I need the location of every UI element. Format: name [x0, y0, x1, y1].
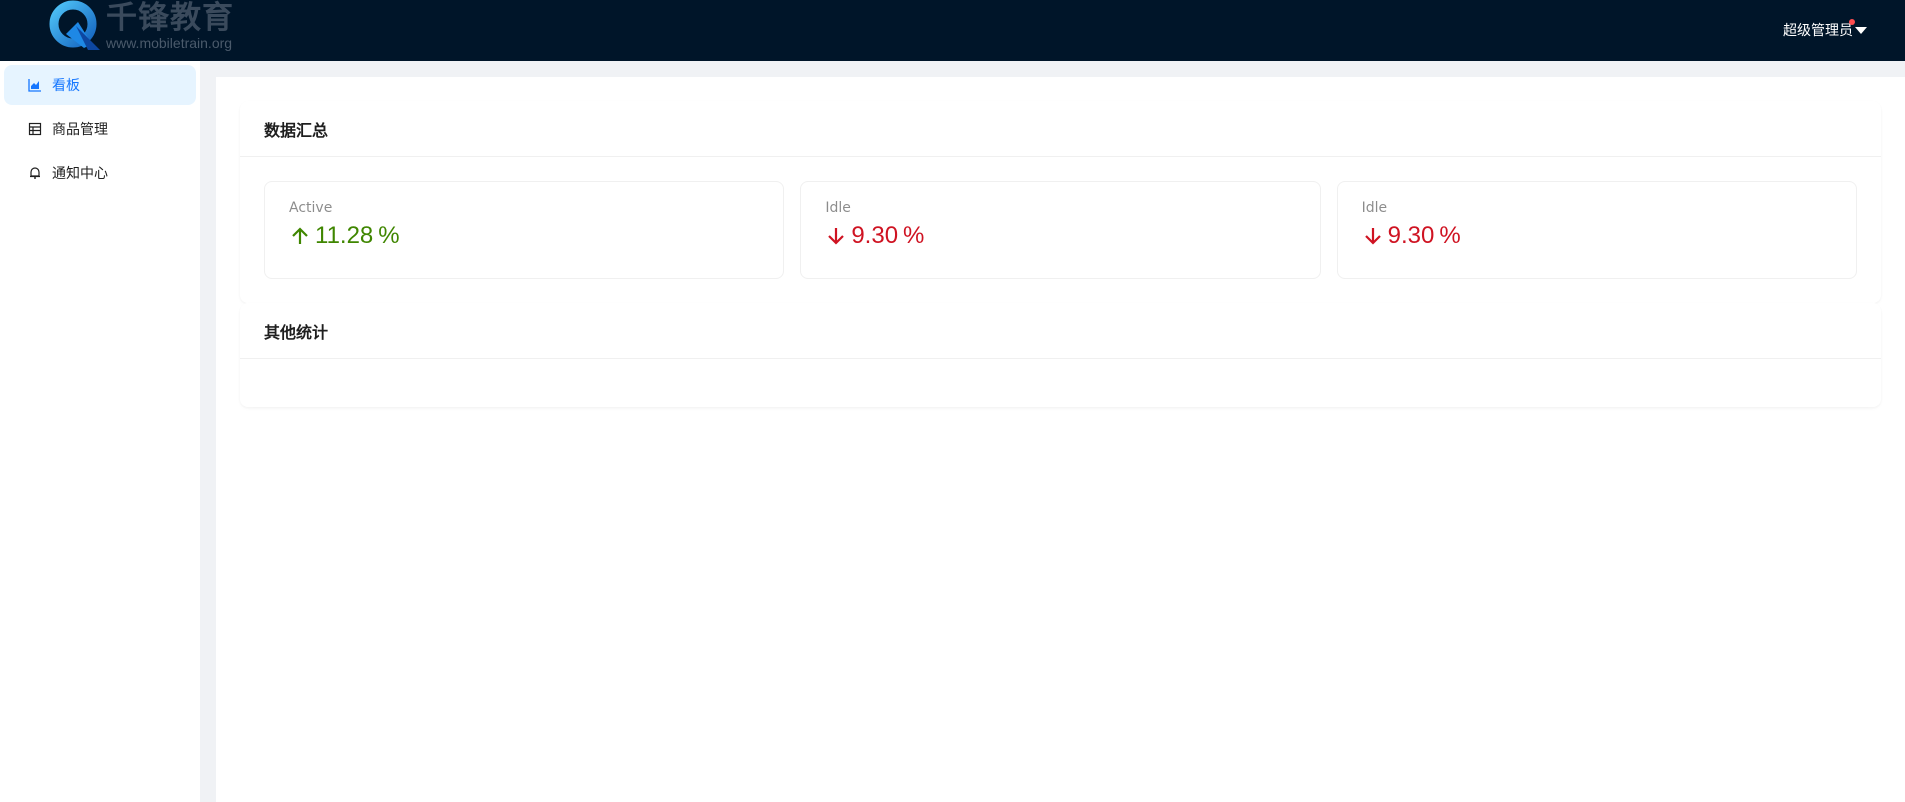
logo-title: 千锋教育: [106, 0, 234, 36]
logo-subtitle: www.mobiletrain.org: [106, 34, 233, 51]
top-header: 千锋教育 www.mobiletrain.org 超级管理员: [0, 0, 1905, 61]
stat-suffix: %: [903, 222, 925, 249]
stat-number: 9.30: [851, 222, 899, 249]
stat-number: 11.28: [315, 222, 374, 249]
other-stats-card-body: [240, 359, 1881, 407]
stat-value: 9.30 %: [825, 222, 1295, 250]
stats-row: Active 11.28 % Idle 9.30 % Idle 9.30 %: [264, 181, 1857, 279]
summary-card: 数据汇总 Active 11.28 % Idle 9.30 % Idle 9.3…: [240, 101, 1881, 303]
caret-down-icon: [1855, 26, 1867, 34]
other-stats-card: 其他统计: [240, 303, 1881, 407]
notification-dot: [1849, 19, 1855, 25]
stat-title: Idle: [825, 200, 851, 216]
sidebar-item-label: 商品管理: [52, 122, 108, 138]
logo-text: 千锋教育 www.mobiletrain.org: [106, 0, 234, 51]
summary-card-body: Active 11.28 % Idle 9.30 % Idle 9.30 %: [240, 157, 1881, 303]
sidebar-item-notifications[interactable]: 通知中心: [4, 153, 196, 193]
stat-card: Idle 9.30 %: [800, 181, 1321, 279]
logo-mark-icon: [49, 0, 100, 50]
other-stats-card-title: 其他统计: [240, 303, 1881, 359]
area-chart-icon: [28, 78, 42, 92]
stat-number: 9.30: [1387, 222, 1435, 249]
sidebar-item-label: 通知中心: [52, 166, 108, 182]
stat-suffix: %: [378, 222, 400, 249]
stat-title: Active: [289, 200, 333, 216]
summary-card-title: 数据汇总: [240, 101, 1881, 157]
table-icon: [28, 122, 42, 136]
arrow-up-icon: [289, 225, 311, 247]
user-menu-dropdown[interactable]: 超级管理员: [1783, 19, 1867, 40]
sidebar-item-label: 看板: [52, 78, 80, 94]
stat-value: 9.30 %: [1362, 222, 1832, 250]
stat-value: 11.28 %: [289, 222, 759, 250]
user-name: 超级管理员: [1783, 23, 1853, 39]
stat-card: Active 11.28 %: [264, 181, 785, 279]
stat-title: Idle: [1361, 200, 1388, 216]
arrow-down-icon: [825, 225, 847, 247]
stat-suffix: %: [1439, 222, 1461, 249]
bell-icon: [28, 166, 42, 180]
stat-card: Idle 9.30 %: [1336, 181, 1857, 279]
sidebar-item-products[interactable]: 商品管理: [4, 109, 196, 149]
sidebar-item-dashboard[interactable]: 看板: [4, 65, 196, 105]
arrow-down-icon: [1362, 225, 1384, 247]
sidebar: 看板 商品管理 通知中心: [0, 61, 200, 802]
logo[interactable]: 千锋教育 www.mobiletrain.org: [48, 0, 248, 52]
main-content: 数据汇总 Active 11.28 % Idle 9.30 % Idle 9.3…: [216, 77, 1905, 802]
